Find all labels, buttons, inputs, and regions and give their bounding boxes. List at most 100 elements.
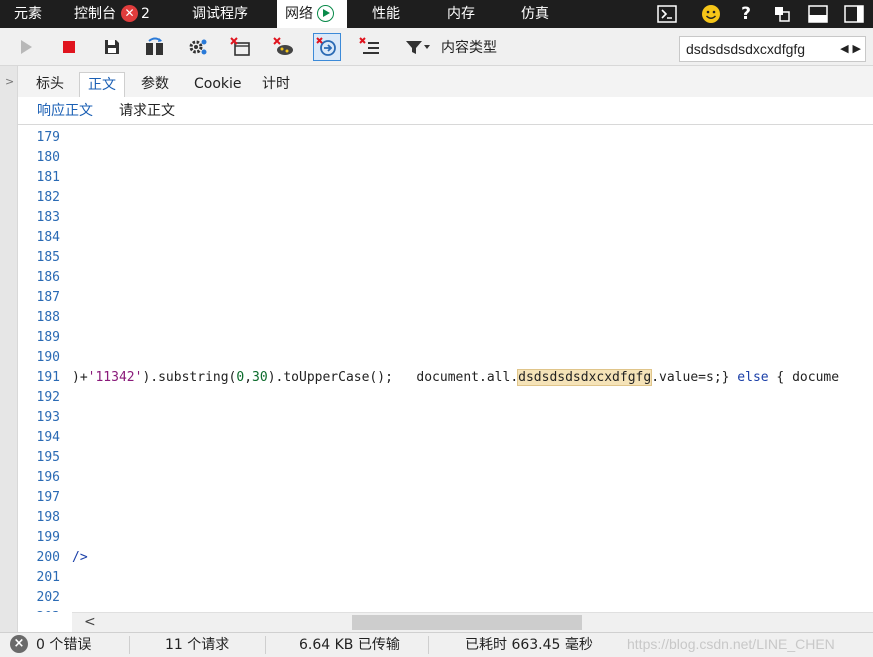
filter-icon	[406, 41, 430, 54]
line-number: 198	[36, 510, 60, 525]
tab-performance[interactable]: 性能	[372, 0, 400, 28]
line-number: 203	[18, 610, 60, 612]
tab-elements-label: 元素	[14, 6, 42, 22]
code-token: ).substring(	[142, 370, 237, 385]
code-number: 30	[252, 370, 268, 385]
smiley-icon[interactable]	[697, 0, 725, 28]
line-number: 187	[36, 290, 60, 305]
error-count-label: 0 个错误	[36, 637, 92, 653]
search-input[interactable]: dsdsdsdsdxcxdfgfg ◀ ▶	[679, 36, 866, 62]
chevron-right-icon: >	[5, 75, 15, 88]
status-divider	[265, 636, 266, 654]
clear-button[interactable]	[227, 33, 255, 61]
tab-console[interactable]: 控制台 ✕ 2	[74, 0, 150, 28]
line-number: 196	[36, 470, 60, 485]
tab-cookie[interactable]: Cookie	[186, 72, 250, 97]
content-type-label: 内容类型	[441, 40, 497, 56]
always-refresh-icon	[316, 37, 336, 56]
line-number: 185	[36, 250, 60, 265]
line-number: 189	[36, 330, 60, 345]
help-icon[interactable]: ?	[732, 0, 760, 28]
code-token: ,	[244, 370, 253, 385]
line-number: 179	[36, 130, 60, 145]
tab-network[interactable]: 网络	[277, 0, 347, 28]
transferred-size: 6.64 KB 已传输	[299, 637, 400, 653]
console-error-count: 2	[141, 6, 150, 22]
body-sub-tabs: 响应正文 请求正文	[18, 97, 873, 125]
stop-capture-button[interactable]	[55, 33, 83, 61]
line-number: 186	[36, 270, 60, 285]
status-divider	[129, 636, 130, 654]
line-number: 181	[36, 170, 60, 185]
tab-performance-label: 性能	[372, 6, 400, 22]
split-window-icon[interactable]	[804, 0, 832, 28]
line-number: 193	[36, 410, 60, 425]
code-keyword: else	[737, 370, 769, 385]
tab-emulation-label: 仿真	[521, 6, 549, 22]
line-number: 184	[36, 230, 60, 245]
code-line-191: )+'11342').substring(0,30).toUpperCase()…	[72, 369, 839, 386]
status-divider	[428, 636, 429, 654]
line-number: 199	[36, 530, 60, 545]
code-string: '11342'	[87, 370, 143, 385]
devtools-tab-bar: 元素 控制台 ✕ 2 调试程序 网络 性能 内存 仿真 ?	[0, 0, 873, 28]
line-number: 180	[36, 150, 60, 165]
save-icon	[105, 40, 119, 54]
tab-memory-label: 内存	[447, 6, 475, 22]
search-value: dsdsdsdsdxcxdfgfg	[686, 41, 806, 57]
error-badge-icon: ✕	[121, 4, 138, 22]
tab-network-label: 网络	[285, 6, 313, 22]
settings-gear-icon	[189, 39, 207, 55]
tab-console-label: 控制台	[74, 6, 116, 22]
code-token: .value=s;}	[651, 370, 738, 385]
clear-list-icon	[359, 37, 379, 54]
line-number: 194	[36, 430, 60, 445]
scrollbar-thumb[interactable]	[352, 615, 582, 630]
settings-button[interactable]	[184, 33, 212, 61]
save-button[interactable]	[98, 33, 126, 61]
line-number: 192	[36, 390, 60, 405]
stop-capture-icon	[63, 41, 75, 53]
export-button[interactable]	[141, 33, 169, 61]
start-capture-button[interactable]	[12, 33, 40, 61]
tab-elements[interactable]: 元素	[14, 0, 42, 28]
code-line-200: />	[72, 550, 88, 565]
line-number: 195	[36, 450, 60, 465]
response-body-viewer[interactable]: 179 180 181 182 183 184 185 186 187 188 …	[18, 126, 873, 612]
tab-request-body[interactable]: 请求正文	[119, 100, 175, 120]
horizontal-scrollbar[interactable]: <	[72, 612, 873, 632]
code-token: ).toUpperCase(); document.all.	[267, 370, 519, 385]
line-number: 197	[36, 490, 60, 505]
line-number: 188	[36, 310, 60, 325]
search-prev-icon[interactable]: ◀	[840, 37, 848, 61]
clear-cache-button[interactable]	[270, 33, 298, 61]
line-number: 182	[36, 190, 60, 205]
content-type-filter[interactable]: 内容类型	[405, 28, 497, 66]
watermark: https://blog.csdn.net/LINE_CHEN	[627, 636, 835, 652]
search-match-highlight: dsdsdsdsdxcxdfgfg	[517, 369, 653, 386]
request-count: 11 个请求	[165, 637, 230, 653]
search-next-icon[interactable]: ▶	[853, 37, 861, 61]
detail-tabs: 标头 正文 参数 Cookie 计时	[18, 66, 873, 97]
always-refresh-button[interactable]	[313, 33, 341, 61]
console-icon[interactable]	[653, 0, 681, 28]
tab-timing[interactable]: 计时	[254, 72, 298, 97]
tab-response-body[interactable]: 响应正文	[37, 100, 93, 120]
undock-icon[interactable]	[840, 0, 868, 28]
dock-icon[interactable]	[768, 0, 796, 28]
tab-body[interactable]: 正文	[79, 72, 125, 97]
tab-debugger[interactable]: 调试程序	[192, 0, 248, 28]
tab-emulation[interactable]: 仿真	[521, 0, 549, 28]
tab-memory[interactable]: 内存	[447, 0, 475, 28]
clear-list-button[interactable]	[356, 33, 384, 61]
request-list-collapse[interactable]: >	[0, 66, 18, 632]
help-glyph: ?	[741, 4, 751, 24]
line-number: 201	[36, 570, 60, 585]
tab-debugger-label: 调试程序	[192, 6, 248, 22]
network-recording-icon	[317, 4, 334, 22]
code-token: )+	[72, 370, 88, 385]
error-count[interactable]: × 0 个错误	[10, 633, 91, 657]
tab-parameters[interactable]: 参数	[133, 72, 177, 97]
scroll-left-icon[interactable]: <	[84, 614, 96, 630]
tab-headers[interactable]: 标头	[28, 72, 72, 97]
